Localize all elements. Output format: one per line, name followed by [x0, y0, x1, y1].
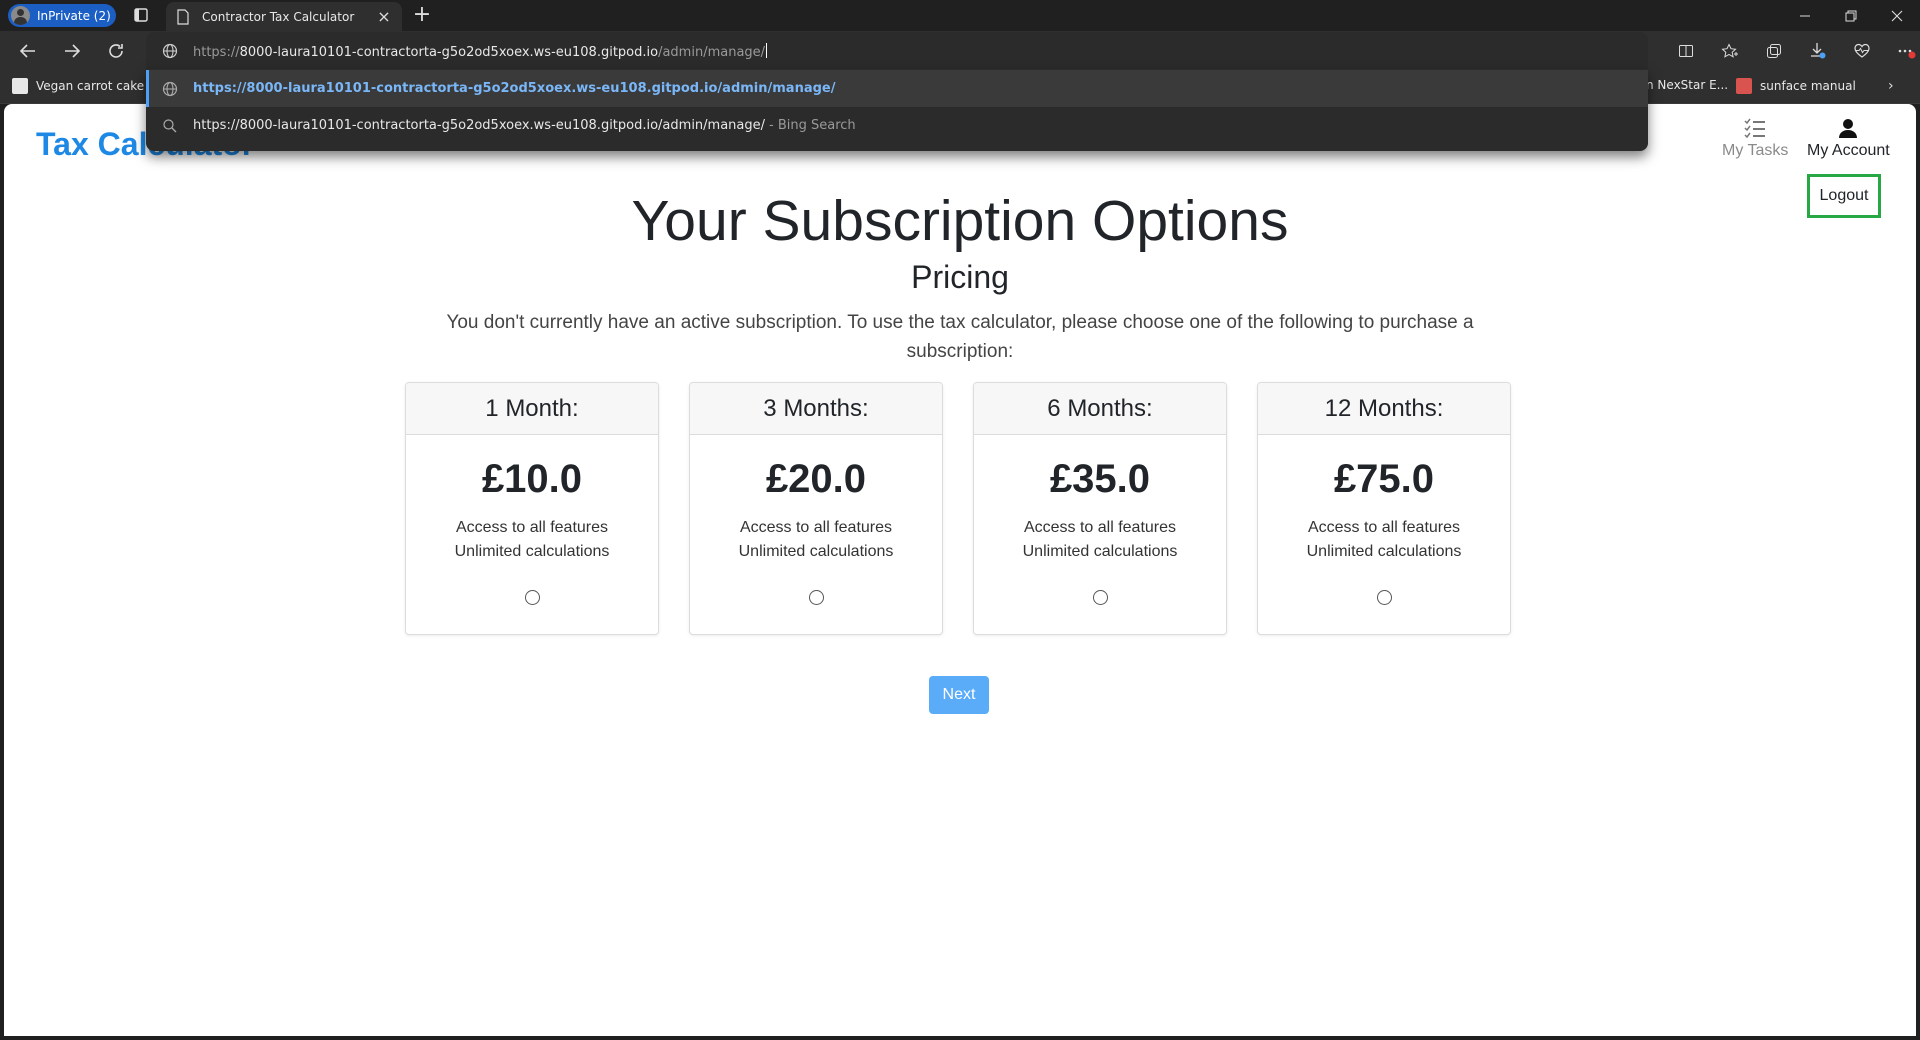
- more-menu-icon[interactable]: [1884, 31, 1920, 71]
- plan-features: Access to all features Unlimited calcula…: [1258, 516, 1510, 564]
- bookmark-nexstar[interactable]: n NexStar E...: [1646, 78, 1728, 92]
- plan-price: £35.0: [1049, 457, 1151, 501]
- toolbar-right-icons: [1664, 31, 1920, 71]
- plan-card-3-months[interactable]: 3 Months: £20.0 Access to all features U…: [689, 382, 943, 635]
- address-suggestions-dropdown: https://8000-laura10101-contractorta-g5o…: [146, 69, 1648, 151]
- suggestion-text: https://8000-laura10101-contractorta-g5o…: [193, 81, 836, 96]
- address-bar[interactable]: https://8000-laura10101-contractorta-g5o…: [146, 32, 1648, 69]
- plan-feature: Access to all features: [1307, 519, 1461, 536]
- tab-close-icon[interactable]: ×: [376, 7, 392, 26]
- plan-feature: Unlimited calculations: [1022, 543, 1178, 560]
- plan-feature: Access to all features: [1023, 519, 1177, 536]
- back-arrow-icon[interactable]: [16, 39, 40, 63]
- nav-my-account-label: My Account: [1807, 142, 1890, 159]
- bookmark-favicon-icon: [12, 78, 28, 94]
- bookmark-vegan-carrot-cake[interactable]: Vegan carrot cake r...: [12, 78, 163, 94]
- plan-name: 12 Months:: [1258, 383, 1510, 435]
- plan-card-12-months[interactable]: 12 Months: £75.0 Access to all features …: [1257, 382, 1511, 635]
- tab-actions-icon[interactable]: [133, 7, 149, 23]
- tab-title: Contractor Tax Calculator: [202, 9, 355, 24]
- suggestion-search-item[interactable]: https://8000-laura10101-contractorta-g5o…: [146, 107, 1648, 144]
- url-scheme: https://: [193, 45, 240, 60]
- profile-label: InPrivate (2): [37, 8, 111, 23]
- next-button[interactable]: Next: [929, 676, 989, 714]
- plan-radio-3-months[interactable]: [808, 590, 824, 605]
- minimize-icon[interactable]: [1782, 0, 1828, 31]
- subscription-notice-line-1: You don't currently have an active subsc…: [446, 312, 1474, 333]
- subscription-notice-line-2: subscription:: [906, 341, 1014, 362]
- bookmark-favicon-icon: [1736, 78, 1752, 94]
- globe-icon: [162, 81, 178, 97]
- plan-features: Access to all features Unlimited calcula…: [406, 516, 658, 564]
- plan-name: 6 Months:: [974, 383, 1226, 435]
- refresh-icon[interactable]: [104, 39, 128, 63]
- plan-price: £10.0: [481, 457, 583, 501]
- text-caret: [766, 43, 768, 58]
- split-screen-icon[interactable]: [1664, 31, 1708, 71]
- inprivate-profile-button[interactable]: InPrivate (2): [8, 4, 116, 27]
- plan-name: 1 Month:: [406, 383, 658, 435]
- url-host: 8000-laura10101-contractorta-g5o2od5xoex…: [239, 45, 659, 60]
- plan-radio-6-months[interactable]: [1092, 590, 1108, 605]
- plan-card-1-month[interactable]: 1 Month: £10.0 Access to all features Un…: [405, 382, 659, 635]
- nav-my-account[interactable]: My Account: [1807, 118, 1890, 160]
- globe-icon: [162, 43, 178, 59]
- close-window-icon[interactable]: [1874, 0, 1920, 31]
- page-favicon-icon: [176, 8, 190, 25]
- suggestion-url-item[interactable]: https://8000-laura10101-contractorta-g5o…: [146, 70, 1648, 107]
- tasks-list-icon: [1744, 118, 1766, 138]
- subscription-notice: You don't currently have an active subsc…: [440, 308, 1480, 366]
- bookmark-sunface-manual[interactable]: sunface manual: [1736, 78, 1856, 94]
- new-tab-button[interactable]: +: [410, 3, 434, 27]
- plan-feature: Access to all features: [739, 519, 893, 536]
- performance-heart-icon[interactable]: [1840, 31, 1884, 71]
- plan-feature: Unlimited calculations: [1306, 543, 1462, 560]
- browser-tab-active[interactable]: Contractor Tax Calculator ×: [166, 2, 402, 31]
- plan-price: £75.0: [1333, 457, 1435, 501]
- plan-features: Access to all features Unlimited calcula…: [974, 516, 1226, 564]
- suggestion-text: https://8000-laura10101-contractorta-g5o…: [193, 118, 766, 133]
- bookmark-label: n NexStar E...: [1646, 78, 1729, 92]
- plan-feature: Unlimited calculations: [454, 543, 610, 560]
- browser-tab-strip: InPrivate (2) Contractor Tax Calculator …: [0, 0, 1920, 31]
- web-page: Tax Calculator My Tasks My Account Logou…: [4, 104, 1916, 1036]
- collections-icon[interactable]: [1752, 31, 1796, 71]
- bookmarks-overflow-chevron-icon[interactable]: ›: [1888, 78, 1894, 94]
- suggestion-suffix: - Bing Search: [769, 118, 856, 133]
- address-url: https://8000-laura10101-contractorta-g5o…: [193, 43, 768, 60]
- bookmark-label: sunface manual: [1760, 79, 1856, 93]
- plan-features: Access to all features Unlimited calcula…: [690, 516, 942, 564]
- page-title: Your Subscription Options: [631, 189, 1289, 253]
- plan-name: 3 Months:: [690, 383, 942, 435]
- favorites-icon[interactable]: [1708, 31, 1752, 71]
- avatar: [11, 6, 30, 25]
- window-controls: [1782, 0, 1920, 31]
- plan-radio-1-month[interactable]: [524, 590, 540, 605]
- downloads-icon[interactable]: [1796, 31, 1840, 71]
- bookmark-label: Vegan carrot cake r...: [36, 79, 164, 93]
- plan-feature: Access to all features: [455, 519, 609, 536]
- url-path: /admin/manage/: [658, 45, 766, 60]
- pricing-cards: 1 Month: £10.0 Access to all features Un…: [405, 382, 1511, 635]
- nav-my-tasks-label: My Tasks: [1722, 142, 1789, 159]
- pricing-heading: Pricing: [911, 259, 1009, 295]
- restore-icon[interactable]: [1828, 0, 1874, 31]
- forward-arrow-icon[interactable]: [60, 39, 84, 63]
- plan-price: £20.0: [765, 457, 867, 501]
- plan-feature: Unlimited calculations: [738, 543, 894, 560]
- nav-my-tasks[interactable]: My Tasks: [1722, 118, 1788, 160]
- plan-radio-12-months[interactable]: [1376, 590, 1392, 605]
- user-icon: [1838, 118, 1858, 138]
- search-icon: [162, 118, 178, 134]
- plan-card-6-months[interactable]: 6 Months: £35.0 Access to all features U…: [973, 382, 1227, 635]
